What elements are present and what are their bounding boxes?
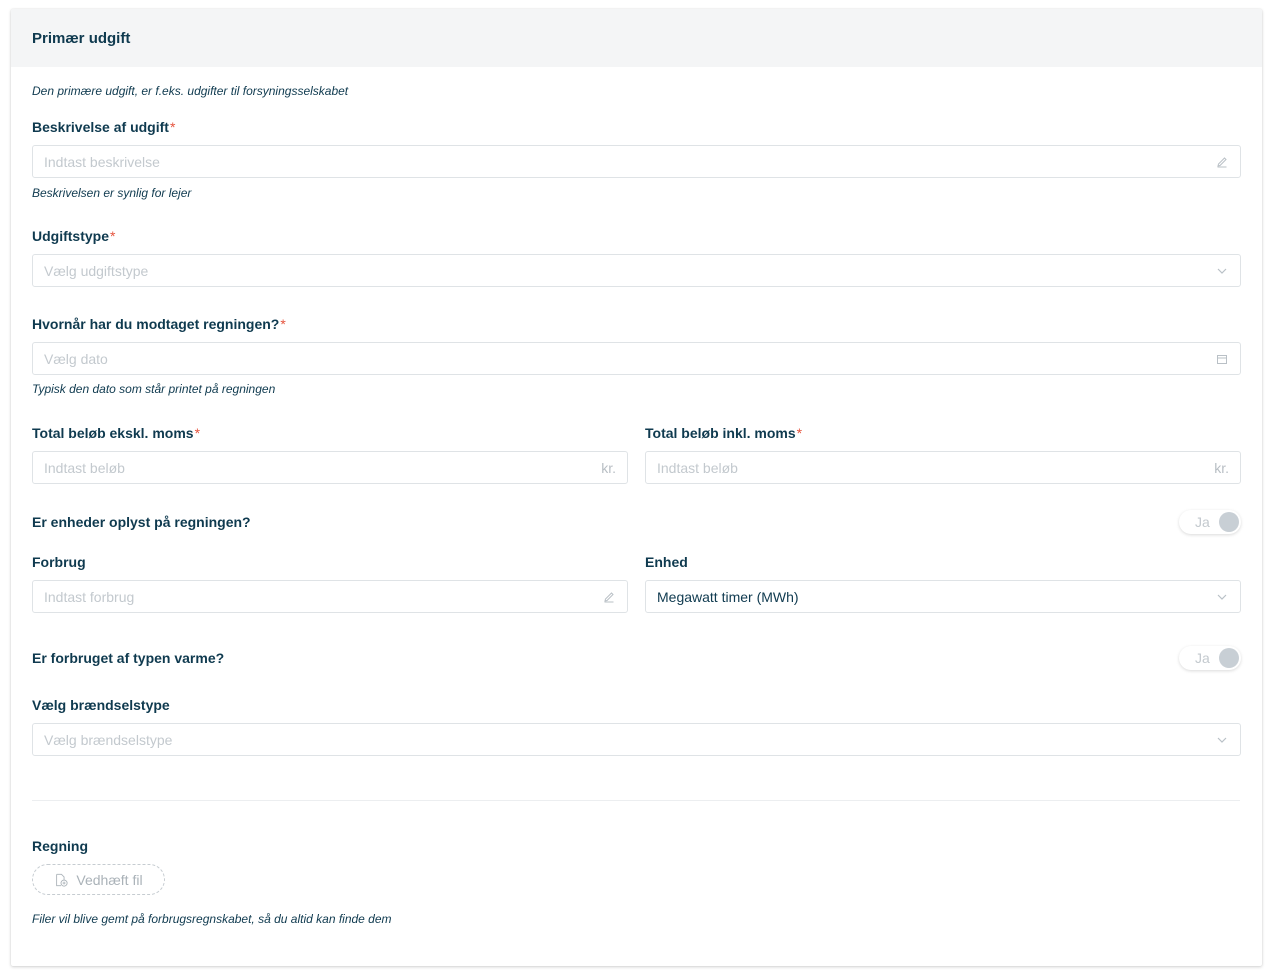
description-label-text: Beskrivelse af udgift	[32, 119, 169, 135]
toggle-knob	[1219, 648, 1239, 668]
total-excl-label: Total beløb ekskl. moms*	[32, 425, 200, 441]
intro-note: Den primære udgift, er f.eks. udgifter t…	[32, 84, 349, 98]
card-title: Primær udgift	[32, 29, 131, 47]
currency-suffix: kr.	[1214, 459, 1229, 476]
file-add-icon	[54, 873, 68, 887]
description-label: Beskrivelse af udgift*	[32, 119, 175, 135]
total-incl-label: Total beløb inkl. moms*	[645, 425, 802, 441]
description-help: Beskrivelsen er synlig for lejer	[32, 186, 192, 200]
total-excl-placeholder: Indtast beløb	[44, 459, 125, 476]
heat-toggle-label: Er forbruget af typen varme?	[32, 650, 225, 666]
currency-suffix: kr.	[601, 459, 616, 476]
total-incl-placeholder: Indtast beløb	[657, 459, 738, 476]
primary-expense-card: Primær udgift Den primære udgift, er f.e…	[11, 9, 1262, 966]
required-mark: *	[194, 425, 201, 441]
calendar-icon	[1215, 352, 1229, 366]
fuel-type-label: Vælg brændselstype	[32, 697, 170, 713]
chevron-down-icon	[1215, 264, 1229, 278]
fuel-type-placeholder: Vælg brændselstype	[44, 731, 173, 748]
required-mark: *	[110, 228, 116, 244]
required-mark: *	[280, 316, 286, 332]
heat-toggle[interactable]: Ja	[1179, 646, 1241, 670]
required-mark: *	[796, 425, 803, 441]
received-date-label-text: Hvornår har du modtaget regningen?	[32, 316, 280, 332]
description-placeholder: Indtast beskrivelse	[44, 153, 160, 170]
unit-select[interactable]: Megawatt timer (MWh)	[645, 580, 1241, 613]
bill-help: Filer vil blive gemt på forbrugsregnskab…	[32, 912, 392, 926]
received-date-label: Hvornår har du modtaget regningen?*	[32, 316, 286, 332]
total-excl-input[interactable]: Indtast beløb kr.	[32, 451, 628, 484]
expense-type-placeholder: Vælg udgiftstype	[44, 262, 149, 279]
received-date-placeholder: Vælg dato	[44, 350, 108, 367]
bill-label: Regning	[32, 838, 88, 854]
pencil-icon	[602, 590, 616, 604]
consumption-placeholder: Indtast forbrug	[44, 588, 135, 605]
received-date-picker[interactable]: Vælg dato	[32, 342, 1241, 375]
card-header: Primær udgift	[11, 9, 1262, 67]
units-toggle[interactable]: Ja	[1179, 510, 1241, 534]
required-mark: *	[169, 119, 176, 135]
total-incl-label-text: Total beløb inkl. moms	[645, 425, 796, 441]
heat-toggle-text: Ja	[1195, 650, 1210, 666]
fuel-type-select[interactable]: Vælg brændselstype	[32, 723, 1241, 756]
description-input[interactable]: Indtast beskrivelse	[32, 145, 1241, 178]
unit-value: Megawatt timer (MWh)	[657, 588, 799, 605]
expense-type-label-text: Udgiftstype	[32, 228, 109, 244]
total-incl-input[interactable]: Indtast beløb kr.	[645, 451, 1241, 484]
chevron-down-icon	[1215, 733, 1229, 747]
toggle-knob	[1219, 512, 1239, 532]
pencil-icon	[1215, 155, 1229, 169]
units-toggle-label: Er enheder oplyst på regningen?	[32, 514, 251, 530]
expense-type-label: Udgiftstype*	[32, 228, 115, 244]
section-divider	[32, 800, 1240, 801]
total-excl-label-text: Total beløb ekskl. moms	[32, 425, 194, 441]
consumption-label: Forbrug	[32, 554, 86, 570]
units-toggle-text: Ja	[1195, 514, 1210, 530]
received-date-help: Typisk den dato som står printet på regn…	[32, 382, 276, 396]
attach-file-label: Vedhæft fil	[76, 871, 143, 888]
attach-file-button[interactable]: Vedhæft fil	[32, 864, 165, 895]
expense-type-select[interactable]: Vælg udgiftstype	[32, 254, 1241, 287]
unit-label: Enhed	[645, 554, 688, 570]
chevron-down-icon	[1215, 590, 1229, 604]
consumption-input[interactable]: Indtast forbrug	[32, 580, 628, 613]
